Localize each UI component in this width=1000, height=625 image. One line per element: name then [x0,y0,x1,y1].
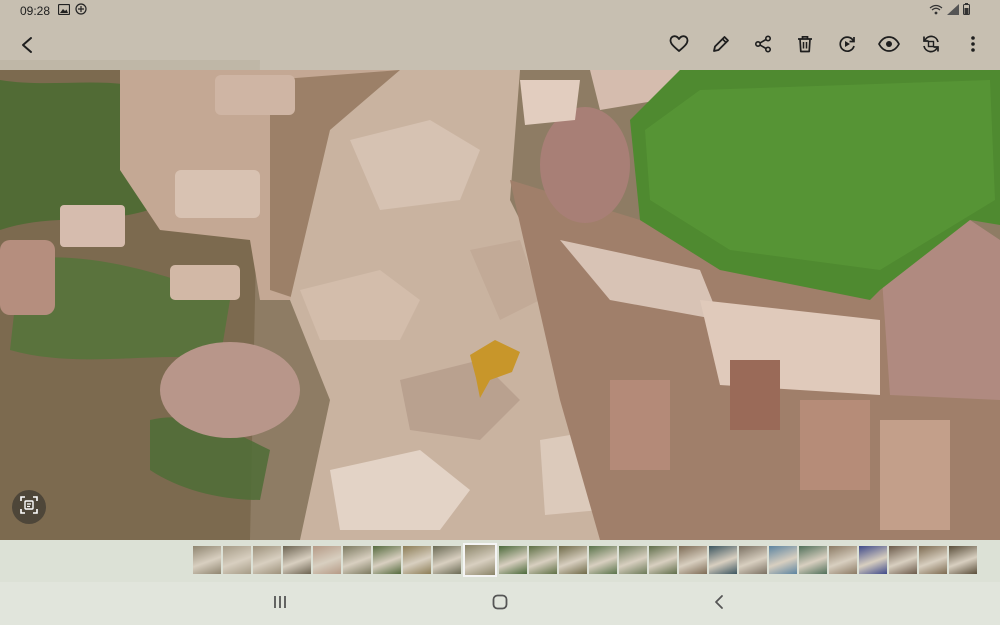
remaster-icon [837,34,857,59]
scan-text-icon [20,495,38,519]
filmstrip-thumbnail[interactable] [769,546,797,574]
rotate-button[interactable] [918,33,944,59]
navigation-bar [0,582,1000,625]
heart-icon [669,34,689,58]
nav-back-button[interactable] [706,591,732,617]
filmstrip-thumbnail[interactable] [739,546,767,574]
rotate-icon [921,34,941,59]
filmstrip-bar [0,540,1000,582]
filmstrip-thumbnail[interactable] [313,546,341,574]
trash-icon [797,35,813,58]
remaster-button[interactable] [834,33,860,59]
filmstrip-thumbnail[interactable] [919,546,947,574]
back-arrow-icon [20,36,34,59]
filmstrip-thumbnail[interactable] [589,546,617,574]
filmstrip-thumbnail[interactable] [889,546,917,574]
status-bar: 09:28 [0,0,1000,22]
filmstrip-thumbnail[interactable] [949,546,977,574]
more-options-button[interactable] [960,33,986,59]
action-toolbar [666,33,986,59]
edit-button[interactable] [708,33,734,59]
recents-button[interactable] [267,591,293,617]
status-notification-icons [57,2,87,20]
filmstrip-thumbnail[interactable] [559,546,587,574]
filmstrip-thumbnail[interactable] [619,546,647,574]
filmstrip-thumbnail[interactable] [433,546,461,574]
filmstrip-thumbnail[interactable] [829,546,857,574]
scan-text-button[interactable] [12,490,46,524]
filmstrip-thumbnail[interactable] [529,546,557,574]
filmstrip-thumbnail[interactable] [283,546,311,574]
filmstrip-thumbnail[interactable] [709,546,737,574]
filmstrip-thumbnail[interactable] [343,546,371,574]
filmstrip-thumbnail-current[interactable] [463,543,497,577]
filmstrip[interactable] [193,543,977,577]
filmstrip-thumbnail[interactable] [859,546,887,574]
home-icon [492,594,508,615]
filmstrip-thumbnail[interactable] [799,546,827,574]
photo-image [0,0,1000,540]
favorite-button[interactable] [666,33,692,59]
battery-icon [963,2,970,20]
bixby-vision-button[interactable] [876,33,902,59]
home-button[interactable] [487,591,513,617]
viewer-toolbar [0,22,1000,70]
nav-back-icon [713,594,725,615]
wifi-icon [929,2,943,20]
photo-view[interactable] [0,0,1000,540]
sync-plus-icon [75,2,87,20]
filmstrip-thumbnail[interactable] [223,546,251,574]
filmstrip-thumbnail[interactable] [679,546,707,574]
filmstrip-thumbnail[interactable] [499,546,527,574]
recents-icon [272,595,288,614]
image-icon [57,2,71,20]
pencil-icon [712,35,730,58]
filmstrip-thumbnail[interactable] [649,546,677,574]
signal-icon [947,2,959,20]
filmstrip-thumbnail[interactable] [373,546,401,574]
status-time: 09:28 [20,4,51,18]
share-icon [754,34,772,58]
filmstrip-thumbnail[interactable] [403,546,431,574]
back-button[interactable] [14,34,40,60]
filmstrip-thumbnail[interactable] [253,546,281,574]
filmstrip-thumbnail[interactable] [193,546,221,574]
status-system-icons [929,2,970,20]
delete-button[interactable] [792,33,818,59]
more-vertical-icon [970,35,976,58]
share-button[interactable] [750,33,776,59]
eye-icon [878,35,900,57]
